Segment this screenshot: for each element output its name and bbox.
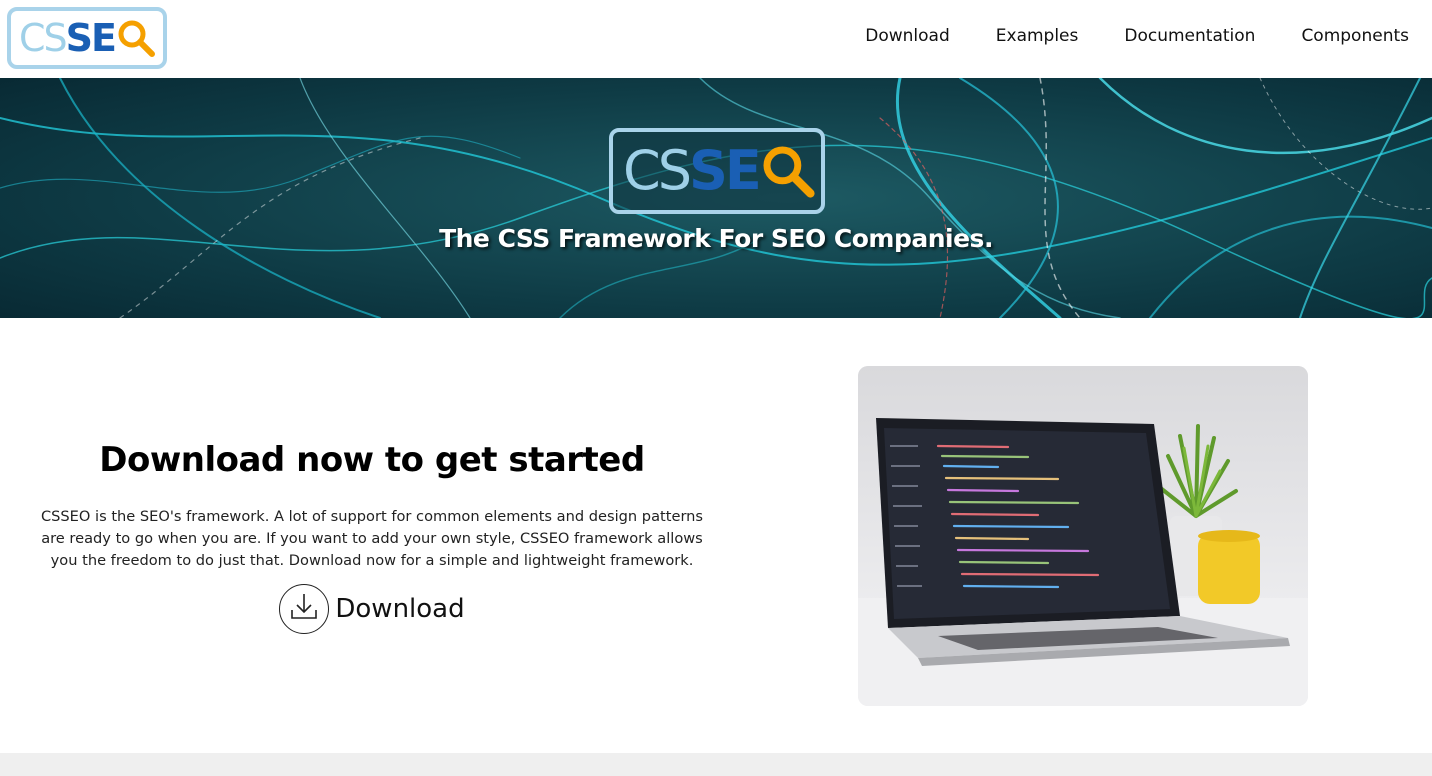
main-nav: Download Examples Documentation Componen…: [865, 26, 1409, 46]
nav-download[interactable]: Download: [865, 26, 950, 46]
laptop-photo: [858, 366, 1308, 706]
logo-part-se: SE: [65, 16, 117, 60]
section-title: Download now to get started: [99, 440, 645, 480]
download-section: Download now to get started CSSEO is the…: [30, 440, 714, 639]
hero-logo-part-cs: CS: [623, 139, 692, 202]
nav-examples[interactable]: Examples: [996, 26, 1079, 46]
site-logo[interactable]: CS SE: [7, 7, 167, 69]
logo-part-cs: CS: [19, 16, 68, 60]
hero-tagline: The CSS Framework For SEO Companies.: [439, 224, 993, 253]
nav-documentation[interactable]: Documentation: [1124, 26, 1255, 46]
hero-magnifier-icon: [760, 143, 816, 199]
top-navbar: CS SE Download Examples Documentation Com…: [0, 0, 1432, 78]
hero-banner: CS SE The CSS Framework For SEO Companies…: [0, 78, 1432, 318]
hero-logo: CS SE: [609, 128, 825, 214]
download-icon: [279, 584, 330, 634]
download-button-label: Download: [335, 594, 465, 624]
section-description: CSSEO is the SEO's framework. A lot of s…: [40, 508, 704, 569]
hero-logo-wordmark: CS SE: [623, 143, 816, 199]
nav-components[interactable]: Components: [1301, 26, 1409, 46]
logo-wordmark: CS SE: [19, 18, 156, 58]
hero-logo-part-se: SE: [688, 139, 762, 202]
download-button[interactable]: Download: [279, 584, 465, 634]
footer-strip: [0, 753, 1432, 776]
magnifier-icon: [116, 18, 156, 58]
